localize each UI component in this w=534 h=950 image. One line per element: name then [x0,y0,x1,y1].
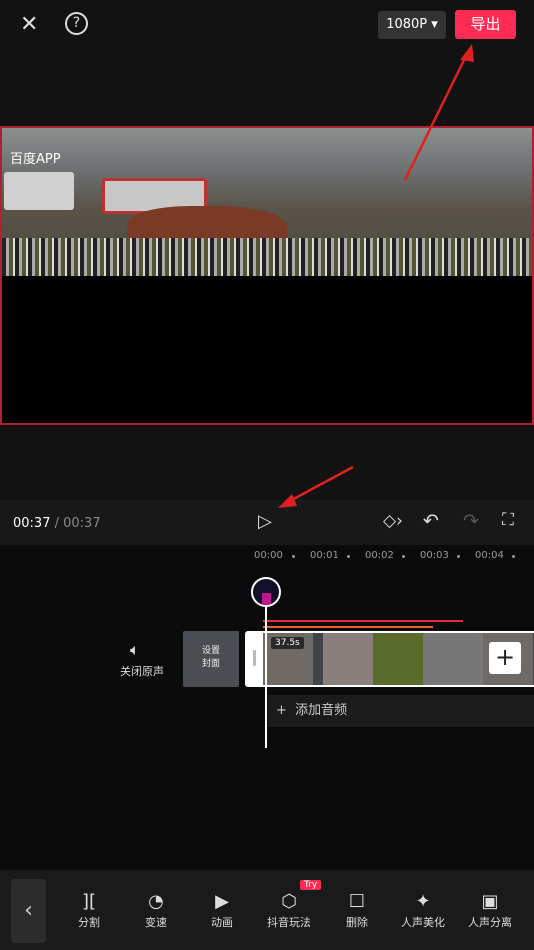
playback-controls: 00:37 / 00:37 ▷ ◇› ↶ ↷ ⛶ [0,500,534,545]
speed-icon: ◔ [148,891,164,912]
crowd [2,238,532,276]
play-icon[interactable]: ▷ [258,511,272,532]
add-audio-button[interactable]: + 添加音频 [268,695,534,727]
timeline[interactable]: 00:00 00:01 00:02 00:03 00:04 🔈︎ 关闭原声 设置… [0,545,534,870]
tool-voice-separate[interactable]: ▣ 人声分离 [460,890,520,930]
tool-delete[interactable]: ☐ 删除 [327,890,387,930]
clip-trim-handle[interactable] [253,650,256,666]
help-icon[interactable]: ? [65,12,88,35]
effect-track-line [263,626,433,628]
speaker-icon[interactable]: 🔈︎ [130,640,140,660]
voice-beautify-icon: ✦ [415,891,431,912]
video-frame: 百度APP [2,128,532,276]
tool-animation[interactable]: ▶︎ 动画 [192,890,252,930]
split-icon: ][ [81,891,97,912]
ruler-tick: 00:00 [254,550,283,561]
ruler-tick: 00:02 [365,550,394,561]
keyframe-icon[interactable]: ◇› [383,511,403,531]
export-button[interactable]: 导出 [455,10,516,39]
ruler-tick: 00:01 [310,550,339,561]
voice-separate-icon: ▣ [481,891,499,912]
mute-original-label[interactable]: 关闭原声 [120,663,164,679]
set-cover-button[interactable]: 设置 封面 [183,631,239,687]
bottom-toolbar: ‹ ][分割 ◔ 变速 ▶︎ 动画 ⬡ 抖音玩法 Try ☐ 删除 ✦ 人声美化 ▣ 人声分… [0,870,534,950]
ruler-tick: 00:03 [420,550,449,561]
animation-icon: ▶︎ [215,891,229,912]
ruler-dot [512,555,515,558]
cube-icon: ⬡ [281,891,297,912]
close-icon[interactable]: ✕ [20,12,38,37]
playhead[interactable] [265,595,267,748]
plus-icon: + [276,703,287,718]
ruler-dot [347,555,350,558]
time-display: 00:37 / 00:37 [13,516,101,531]
watermark-logo: 百度APP [10,152,61,167]
video-preview[interactable]: 百度APP [0,126,534,425]
clip-duration: 37.5s [271,637,304,649]
annotation-arrow-play [287,465,354,504]
tool-douyin-effects[interactable]: ⬡ 抖音玩法 [259,890,319,930]
tool-split[interactable]: ][分割 [59,890,119,930]
bus [4,172,74,210]
top-bar: ✕ ? 1080P ▾ 导出 [0,0,534,50]
add-clip-button[interactable]: + [489,642,521,674]
tool-voice-beautify[interactable]: ✦ 人声美化 [393,890,453,930]
resolution-dropdown[interactable]: 1080P ▾ [378,11,446,39]
undo-icon[interactable]: ↶ [423,510,439,532]
try-badge: Try [300,880,322,890]
playhead-thumbnail[interactable] [251,577,281,607]
fullscreen-icon[interactable]: ⛶ [502,510,514,530]
ruler-tick: 00:04 [475,550,504,561]
ruler-dot [292,555,295,558]
delete-icon: ☐ [348,891,366,912]
tool-speed[interactable]: ◔ 变速 [126,890,186,930]
ruler-dot [402,555,405,558]
redo-icon[interactable]: ↷ [463,510,479,532]
back-chevron-icon[interactable]: ‹ [11,879,46,943]
effect-track-line [263,620,463,622]
ruler-dot [457,555,460,558]
caret-down-icon: ▾ [431,17,438,32]
